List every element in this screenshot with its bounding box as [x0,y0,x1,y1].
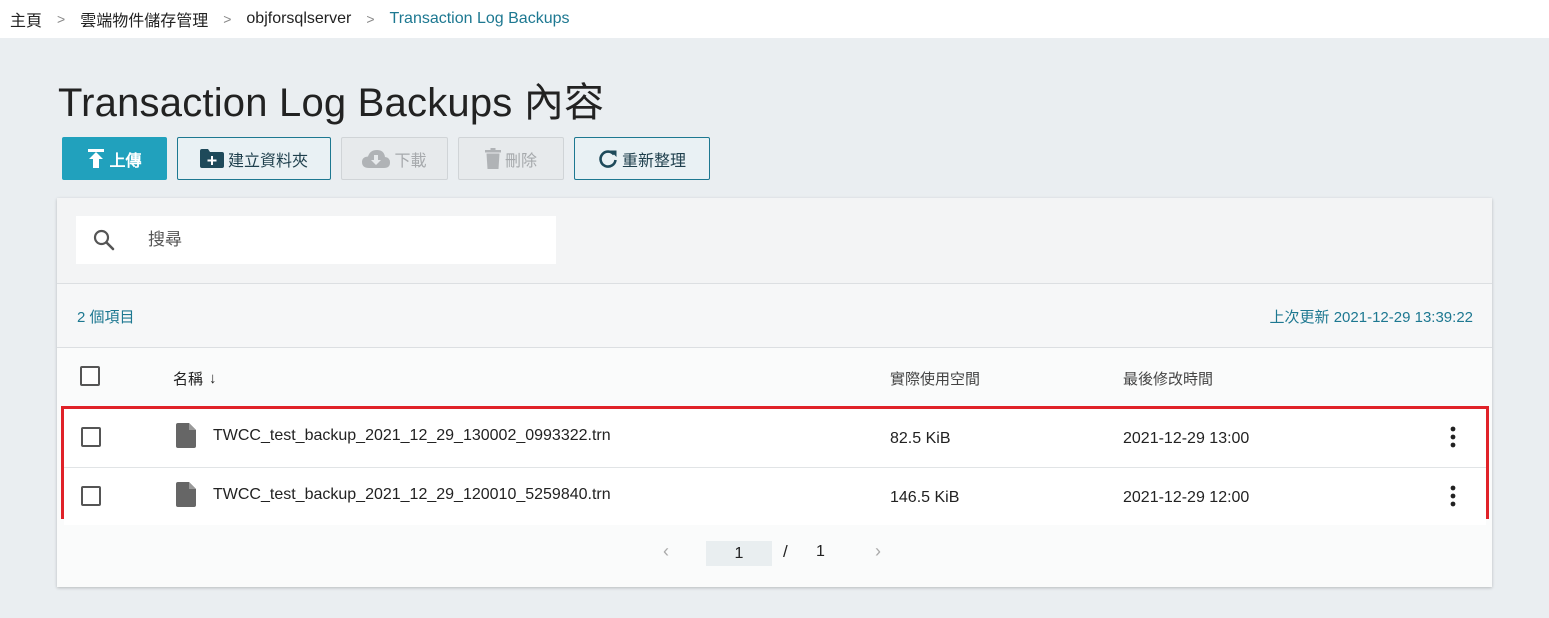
page-separator: / [783,542,788,561]
file-modified: 2021-12-29 13:00 [1123,430,1250,447]
sort-down-icon: ↓ [209,370,217,387]
more-options-icon[interactable] [1448,484,1458,508]
breadcrumb-current: Transaction Log Backups [389,10,570,27]
delete-label: 刪除 [504,152,537,170]
column-header-modified[interactable]: 最後修改時間 [1123,368,1213,389]
search-section [57,198,1492,284]
page-number-input[interactable] [706,541,772,566]
refresh-label: 重新整理 [621,152,686,170]
refresh-icon [599,149,617,168]
file-size: 82.5 KiB [890,430,951,447]
page-title: Transaction Log Backups 內容 [58,81,605,125]
create-folder-label: 建立資料夾 [227,152,308,170]
breadcrumb-separator: > [366,11,375,27]
table-row[interactable]: TWCC_test_backup_2021_12_29_120010_52598… [64,467,1486,525]
breadcrumb-home[interactable]: 主頁 [10,7,42,31]
table-header: 名稱 ↓ 實際使用空間 最後修改時間 [57,348,1492,404]
download-button[interactable]: 下載 [341,137,448,180]
more-options-icon[interactable] [1448,425,1458,449]
refresh-button[interactable]: 重新整理 [574,137,710,180]
file-name[interactable]: TWCC_test_backup_2021_12_29_120010_52598… [213,486,611,504]
row-checkbox[interactable] [81,427,101,447]
table-row[interactable]: TWCC_test_backup_2021_12_29_130002_09933… [64,409,1486,467]
breadcrumb-separator: > [57,11,66,27]
search-box[interactable] [76,216,556,264]
breadcrumb-object-storage[interactable]: 雲端物件儲存管理 [80,7,208,31]
file-modified: 2021-12-29 12:00 [1123,489,1250,506]
next-page-button[interactable]: › [875,541,881,562]
file-rows-highlight: TWCC_test_backup_2021_12_29_130002_09933… [61,406,1489,525]
file-size: 146.5 KiB [890,489,960,506]
breadcrumb: 主頁 > 雲端物件儲存管理 > objforsqlserver > Transa… [0,0,1549,38]
breadcrumb-separator: > [223,11,232,27]
item-count: 2 個項目 [77,309,135,326]
delete-button[interactable]: 刪除 [458,137,564,180]
search-icon [93,229,115,251]
trash-icon [484,148,501,169]
folder-plus-icon [199,149,224,168]
cloud-download-icon [362,149,391,168]
column-header-size[interactable]: 實際使用空間 [890,368,980,389]
file-icon [176,423,196,448]
breadcrumb-bucket[interactable]: objforsqlserver [246,10,351,28]
last-updated: 上次更新 2021-12-29 13:39:22 [1269,309,1473,326]
search-input[interactable] [148,226,528,254]
summary-bar: 2 個項目 上次更新 2021-12-29 13:39:22 [57,284,1492,348]
download-label: 下載 [394,152,427,170]
create-folder-button[interactable]: 建立資料夾 [177,137,331,180]
prev-page-button[interactable]: ‹ [663,541,669,562]
file-icon [176,482,196,507]
toolbar: 上傳 建立資料夾 下載 刪除 重新整理 [62,137,710,180]
row-checkbox[interactable] [81,486,101,506]
total-pages: 1 [816,543,825,560]
upload-label: 上傳 [109,152,142,170]
upload-button[interactable]: 上傳 [62,137,167,180]
file-browser-card: 2 個項目 上次更新 2021-12-29 13:39:22 名稱 ↓ 實際使用… [57,198,1492,587]
select-all-checkbox[interactable] [80,366,100,386]
file-name[interactable]: TWCC_test_backup_2021_12_29_130002_09933… [213,427,611,445]
upload-icon [88,149,105,168]
pagination: ‹ / 1 › [57,524,1492,584]
column-header-name[interactable]: 名稱 ↓ [173,368,217,389]
column-name-label: 名稱 [173,371,204,388]
